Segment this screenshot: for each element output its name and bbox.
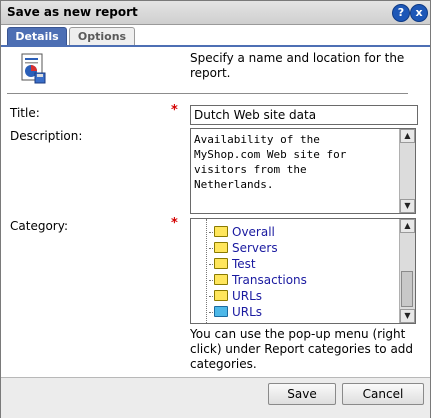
folder-report-icon [214, 274, 228, 285]
tree-item-label: Overall [232, 225, 275, 239]
folder-report-icon [214, 226, 228, 237]
dialog-titlebar: Save as new report ? x [1, 1, 430, 25]
description-scrollbar[interactable]: ▲ ▼ [399, 129, 415, 213]
tree-item-label: Servers [232, 241, 278, 255]
scroll-up-arrow-icon[interactable]: ▲ [400, 219, 415, 233]
title-label: Title: [10, 106, 40, 120]
report-icon [21, 53, 46, 84]
scroll-thumb[interactable] [401, 271, 413, 307]
category-scrollbar[interactable]: ▲ ▼ [399, 219, 415, 323]
category-required-mark: * [171, 216, 178, 231]
tab-details[interactable]: Details [7, 27, 67, 45]
folder-blue-icon [214, 306, 228, 317]
help-icon[interactable]: ? [392, 4, 410, 22]
category-label: Category: [10, 219, 68, 233]
title-input[interactable] [190, 105, 418, 125]
tab-strip: Details Options [1, 25, 430, 47]
description-label: Description: [10, 129, 83, 143]
category-hint-text: You can use the pop-up menu (right click… [190, 327, 414, 371]
folder-icon [214, 258, 228, 269]
scroll-down-arrow-icon[interactable]: ▼ [400, 309, 415, 323]
category-tree[interactable]: Overall Servers Test Transactions URLs U… [190, 218, 416, 324]
tree-item-label: Test [232, 257, 256, 271]
close-icon[interactable]: x [410, 4, 428, 22]
tree-item[interactable]: Transactions [209, 272, 307, 288]
cancel-button[interactable]: Cancel [342, 383, 424, 405]
intro-text: Specify a name and location for the repo… [190, 51, 405, 80]
title-required-mark: * [171, 103, 178, 118]
tab-options[interactable]: Options [69, 27, 135, 45]
tree-item-label: URLs [232, 305, 263, 319]
scroll-down-arrow-icon[interactable]: ▼ [400, 199, 415, 213]
tree-item[interactable]: URLs [209, 288, 262, 304]
description-textarea[interactable]: Availability of the MyShop.com Web site … [190, 128, 416, 214]
folder-report-icon [214, 242, 228, 253]
tree-item[interactable]: Test [209, 256, 256, 272]
divider [7, 93, 408, 94]
tree-item-label: Transactions [232, 273, 307, 287]
tree-connector [206, 219, 207, 323]
tree-item[interactable]: Overall [209, 224, 275, 240]
save-report-dialog: Save as new report ? x Details Options S… [0, 0, 431, 418]
dialog-title: Save as new report [7, 5, 138, 19]
tree-item-label: URLs [232, 289, 263, 303]
tree-item[interactable]: Servers [209, 240, 278, 256]
scroll-up-arrow-icon[interactable]: ▲ [400, 129, 415, 143]
save-button[interactable]: Save [268, 383, 336, 405]
dialog-footer: Save Cancel [1, 377, 430, 418]
description-text: Availability of the MyShop.com Web site … [194, 133, 347, 191]
folder-report-icon [214, 290, 228, 301]
tree-item[interactable]: URLs [209, 304, 262, 320]
